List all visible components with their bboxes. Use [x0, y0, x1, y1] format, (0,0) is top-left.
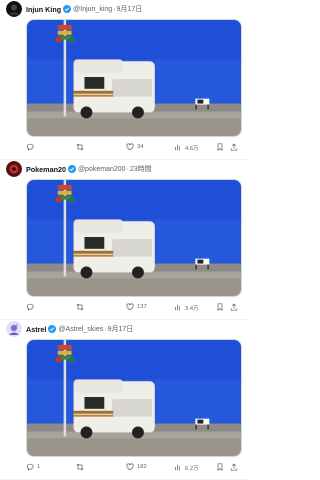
reply-icon	[26, 143, 34, 151]
avatar[interactable]	[6, 1, 22, 17]
views-icon	[175, 144, 180, 151]
tweet-header: Injun King @Injun_king · 9月17日	[6, 1, 242, 17]
avatar[interactable]	[6, 161, 22, 177]
retweet-icon	[76, 463, 84, 471]
like-button[interactable]: 182	[126, 463, 174, 471]
display-name[interactable]: Injun King	[26, 5, 61, 14]
timeline-feed: Injun King @Injun_king · 9月17日 34 4.6万 P…	[0, 0, 248, 480]
user-handle[interactable]: @pokeman200	[78, 166, 126, 173]
like-icon	[126, 303, 134, 311]
views-button[interactable]: 3.4万	[174, 303, 216, 312]
timestamp[interactable]: 9月17日	[117, 4, 143, 14]
retweet-button[interactable]	[76, 143, 126, 151]
views-icon	[175, 464, 180, 471]
tweet-media-image[interactable]	[26, 19, 242, 137]
user-handle[interactable]: @Astrel_skies	[58, 326, 103, 333]
reply-button[interactable]: 1	[26, 463, 76, 471]
tweet-header: Pokeman20 @pokeman200 · 23時間	[6, 161, 242, 177]
verified-badge-icon	[48, 325, 57, 333]
user-handle[interactable]: @Injun_king	[73, 6, 112, 13]
like-button[interactable]: 34	[126, 143, 174, 151]
separator-dot: ·	[126, 165, 129, 173]
tweet[interactable]: Astrel @Astrel_skies · 9月17日 1 182 6.2万	[0, 320, 248, 480]
retweet-icon	[76, 303, 84, 311]
like-icon	[126, 463, 134, 471]
share-button[interactable]	[230, 303, 238, 311]
bookmark-button[interactable]	[216, 143, 230, 151]
like-count: 137	[137, 304, 147, 310]
share-icon	[230, 143, 238, 151]
bookmark-button[interactable]	[216, 463, 230, 471]
views-count: 6.2万	[185, 465, 199, 472]
retweet-button[interactable]	[76, 303, 126, 311]
share-icon	[230, 303, 238, 311]
tweet-actions: 137 3.4万	[26, 300, 242, 314]
tweet-media-image[interactable]	[26, 179, 242, 297]
avatar[interactable]	[6, 321, 22, 337]
share-icon	[230, 463, 238, 471]
bookmark-button[interactable]	[216, 303, 230, 311]
separator-dot: ·	[113, 5, 116, 13]
tweet-actions: 34 4.6万	[26, 140, 242, 154]
verified-badge-icon	[63, 5, 72, 13]
tweet[interactable]: Injun King @Injun_king · 9月17日 34 4.6万	[0, 0, 248, 160]
reply-count: 1	[37, 464, 41, 470]
display-name[interactable]: Astrel	[26, 325, 46, 334]
tweet-actions: 1 182 6.2万	[26, 460, 242, 474]
views-button[interactable]: 6.2万	[174, 463, 216, 472]
reply-button[interactable]	[26, 303, 76, 311]
share-button[interactable]	[230, 463, 238, 471]
display-name[interactable]: Pokeman20	[26, 165, 66, 174]
bookmark-icon	[217, 463, 223, 471]
tweet[interactable]: Pokeman20 @pokeman200 · 23時間 137 3.4万	[0, 160, 248, 320]
reply-icon	[26, 463, 34, 471]
reply-icon	[26, 303, 34, 311]
tweet-header: Astrel @Astrel_skies · 9月17日	[6, 321, 242, 337]
retweet-icon	[76, 143, 84, 151]
like-icon	[126, 143, 134, 151]
verified-badge-icon	[67, 165, 76, 173]
like-count: 182	[137, 464, 147, 470]
retweet-button[interactable]	[76, 463, 126, 471]
like-count: 34	[137, 144, 144, 150]
views-button[interactable]: 4.6万	[174, 143, 216, 152]
views-count: 3.4万	[185, 305, 199, 312]
views-icon	[175, 304, 180, 311]
timestamp[interactable]: 23時間	[130, 164, 152, 174]
separator-dot: ·	[104, 325, 107, 333]
timestamp[interactable]: 9月17日	[108, 324, 134, 334]
tweet-media-image[interactable]	[26, 339, 242, 457]
reply-button[interactable]	[26, 143, 76, 151]
like-button[interactable]: 137	[126, 303, 174, 311]
bookmark-icon	[217, 303, 223, 311]
views-count: 4.6万	[185, 145, 199, 152]
share-button[interactable]	[230, 143, 238, 151]
bookmark-icon	[217, 143, 223, 151]
